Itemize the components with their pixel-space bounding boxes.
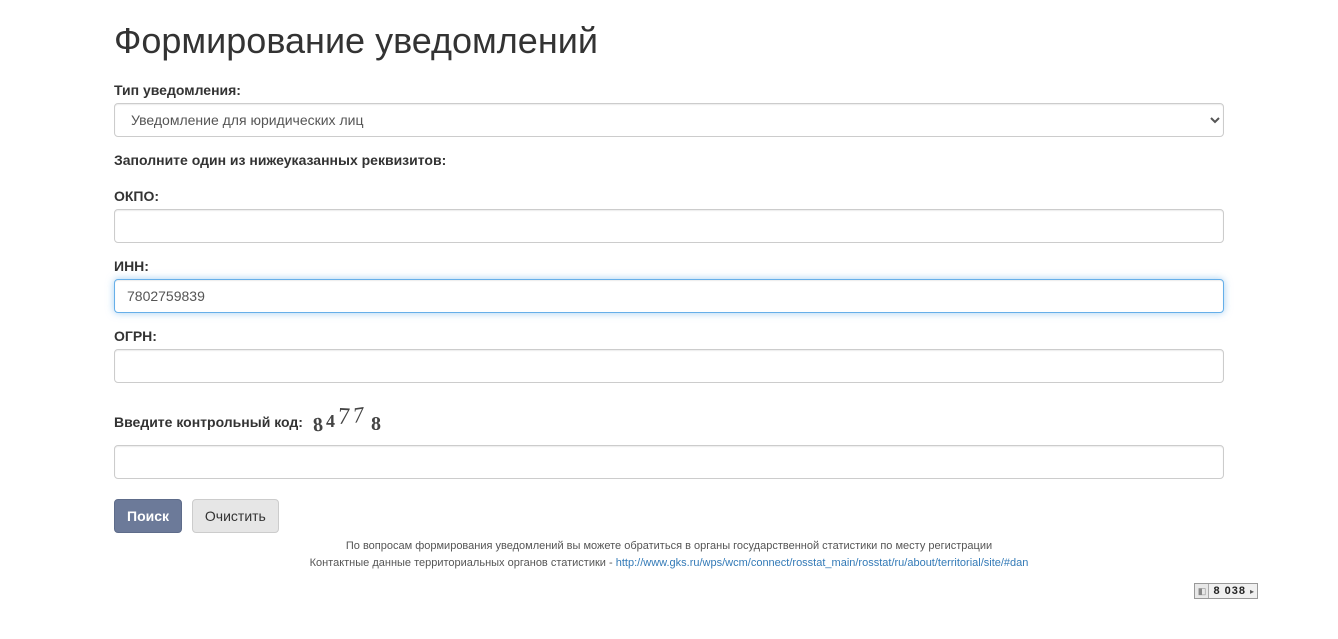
- footer-contacts-link[interactable]: http://www.gks.ru/wps/wcm/connect/rossta…: [616, 557, 1029, 569]
- counter-icon: ◧: [1195, 584, 1209, 598]
- okpo-label: ОКПО:: [114, 188, 159, 204]
- inn-input[interactable]: [114, 279, 1224, 313]
- okpo-input[interactable]: [114, 209, 1224, 243]
- inn-label: ИНН:: [114, 258, 149, 274]
- clear-button[interactable]: Очистить: [192, 499, 279, 533]
- search-button[interactable]: Поиск: [114, 499, 182, 533]
- captcha-input[interactable]: [114, 445, 1224, 479]
- ogrn-input[interactable]: [114, 349, 1224, 383]
- instruction-label: Заполните один из нижеуказанных реквизит…: [114, 152, 446, 168]
- counter-value: 8 038: [1209, 585, 1250, 597]
- footer-line1: По вопросам формирования уведомлений вы …: [114, 538, 1224, 555]
- notification-type-label: Тип уведомления:: [114, 82, 241, 98]
- visitor-counter-widget[interactable]: ◧ 8 038 ▸: [1194, 583, 1258, 599]
- footer-line2: Контактные данные территориальных органо…: [114, 555, 1224, 572]
- captcha-image: 84778: [313, 408, 384, 435]
- ogrn-label: ОГРН:: [114, 328, 157, 344]
- captcha-label: Введите контрольный код:: [114, 414, 303, 430]
- counter-arrow-icon: ▸: [1250, 587, 1257, 596]
- page-title: Формирование уведомлений: [114, 20, 1224, 62]
- notification-type-select[interactable]: Уведомление для юридических лиц: [114, 103, 1224, 137]
- footer-line2-prefix: Контактные данные территориальных органо…: [310, 557, 616, 569]
